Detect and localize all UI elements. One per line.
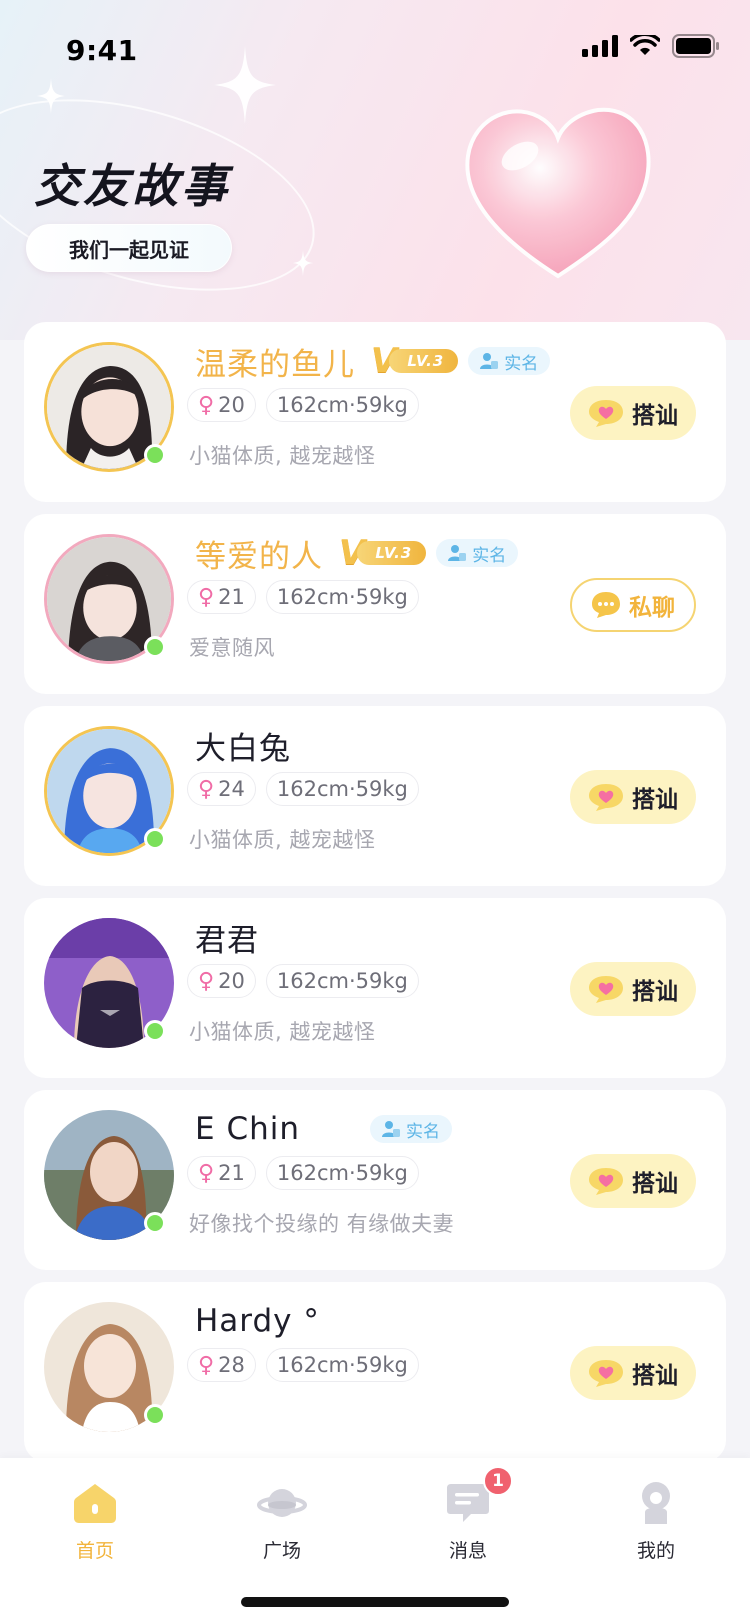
- private-chat-button[interactable]: 私聊: [570, 578, 696, 632]
- verified-badge: 实名: [468, 347, 551, 375]
- age-tag: ♀ 20: [187, 388, 256, 422]
- flirt-button[interactable]: 搭讪: [570, 962, 696, 1016]
- body-tag: 162cm·59kg: [265, 388, 419, 422]
- header-banner: 9:41 交友故事 我们一起见证: [0, 0, 750, 340]
- flirt-button[interactable]: 搭讪: [570, 1346, 696, 1400]
- avatar[interactable]: [44, 534, 174, 664]
- status-time: 9:41: [66, 34, 138, 67]
- page-title: 交友故事: [34, 159, 230, 213]
- avatar[interactable]: [44, 726, 174, 856]
- online-status-dot: [144, 1212, 166, 1234]
- online-status-dot: [144, 828, 166, 850]
- profile-icon: [642, 1482, 670, 1524]
- user-name: E Chin: [195, 1111, 300, 1147]
- body-tag: 162cm·59kg: [265, 772, 419, 806]
- verified-badge: 实名: [370, 1115, 452, 1143]
- online-status-dot: [144, 1404, 166, 1426]
- user-card[interactable]: Hardy ° ♀ 28 162cm·59kg 搭讪: [24, 1282, 726, 1462]
- user-name: 等爱的人: [195, 538, 323, 575]
- unread-badge: 1: [483, 1466, 513, 1496]
- user-card[interactable]: 大白兔 ♀ 24 162cm·59kg 小猫体质, 越宠越怪 搭讪: [24, 706, 726, 886]
- avatar[interactable]: [44, 1302, 174, 1432]
- online-status-dot: [144, 444, 166, 466]
- flirt-button[interactable]: 搭讪: [570, 1154, 696, 1208]
- avatar[interactable]: [44, 918, 174, 1048]
- battery-icon: [672, 34, 719, 58]
- age-tag: ♀ 21: [187, 580, 256, 614]
- age-tag: ♀ 24: [187, 772, 256, 806]
- sparkle-icon: [292, 250, 314, 276]
- body-tag: 162cm·59kg: [265, 964, 419, 998]
- user-motto: 爱意随风: [189, 636, 275, 660]
- verified-user-icon: [480, 353, 499, 369]
- age-tag: ♀ 20: [187, 964, 256, 998]
- witness-pill[interactable]: 我们一起见证: [26, 224, 232, 272]
- flirt-button[interactable]: 搭讪: [570, 770, 696, 824]
- user-name: 温柔的鱼儿: [195, 346, 355, 383]
- heart-decoration: [465, 107, 651, 279]
- female-icon: ♀: [198, 968, 215, 994]
- avatar[interactable]: [44, 1110, 174, 1240]
- home-icon: [74, 1484, 116, 1523]
- female-icon: ♀: [198, 776, 215, 802]
- user-motto: 小猫体质, 越宠越怪: [189, 1020, 376, 1044]
- user-motto: 小猫体质, 越宠越怪: [189, 828, 376, 852]
- online-status-dot: [144, 636, 166, 658]
- female-icon: ♀: [198, 1160, 215, 1186]
- verified-user-icon: [448, 545, 467, 561]
- tab-square[interactable]: 广场: [222, 1478, 342, 1563]
- tab-profile[interactable]: 我的: [596, 1478, 716, 1563]
- age-tag: ♀ 28: [187, 1348, 256, 1382]
- female-icon: ♀: [198, 392, 215, 418]
- avatar[interactable]: [44, 342, 174, 472]
- heart-chat-icon: [589, 976, 623, 1003]
- tab-messages[interactable]: 1 消息: [408, 1466, 528, 1563]
- female-icon: ♀: [198, 1352, 215, 1378]
- body-tag: 162cm·59kg: [265, 1156, 419, 1190]
- body-tag: 162cm·59kg: [265, 580, 419, 614]
- chat-bubble-icon: [592, 592, 620, 618]
- home-indicator: [241, 1597, 509, 1607]
- user-motto: 小猫体质, 越宠越怪: [189, 444, 376, 468]
- user-card[interactable]: 温柔的鱼儿 V LV.3 实名 ♀ 20 162cm·59kg 小猫体质, 越宠越怪…: [24, 322, 726, 502]
- heart-chat-icon: [589, 1168, 623, 1195]
- verified-user-icon: [382, 1121, 400, 1137]
- user-name: 君君: [195, 922, 259, 959]
- flirt-button[interactable]: 搭讪: [570, 386, 696, 440]
- wifi-icon: [630, 35, 660, 55]
- planet-icon: [257, 1489, 307, 1517]
- user-card[interactable]: 君君 ♀ 20 162cm·59kg 小猫体质, 越宠越怪 搭讪: [24, 898, 726, 1078]
- vip-level-badge: V LV.3: [333, 536, 427, 570]
- verified-badge: 实名: [436, 539, 519, 567]
- vip-level-badge: V LV.3: [365, 344, 459, 378]
- heart-chat-icon: [589, 1360, 623, 1387]
- user-card[interactable]: E Chin 实名 ♀ 21 162cm·59kg 好像找个投缘的 有缘做夫妻 搭…: [24, 1090, 726, 1270]
- user-motto: 好像找个投缘的 有缘做夫妻: [189, 1212, 455, 1236]
- body-tag: 162cm·59kg: [265, 1348, 419, 1382]
- online-status-dot: [144, 1020, 166, 1042]
- status-bar: 9:41: [0, 0, 750, 96]
- female-icon: ♀: [198, 584, 215, 610]
- heart-chat-icon: [589, 784, 623, 811]
- user-name: 大白兔: [195, 730, 291, 767]
- tab-home[interactable]: 首页: [35, 1478, 155, 1563]
- cellular-signal-icon: [582, 35, 618, 57]
- age-tag: ♀ 21: [187, 1156, 256, 1190]
- heart-chat-icon: [589, 400, 623, 427]
- user-name: Hardy °: [195, 1303, 320, 1339]
- user-card[interactable]: 等爱的人 V LV.3 实名 ♀ 21 162cm·59kg 爱意随风 私聊: [24, 514, 726, 694]
